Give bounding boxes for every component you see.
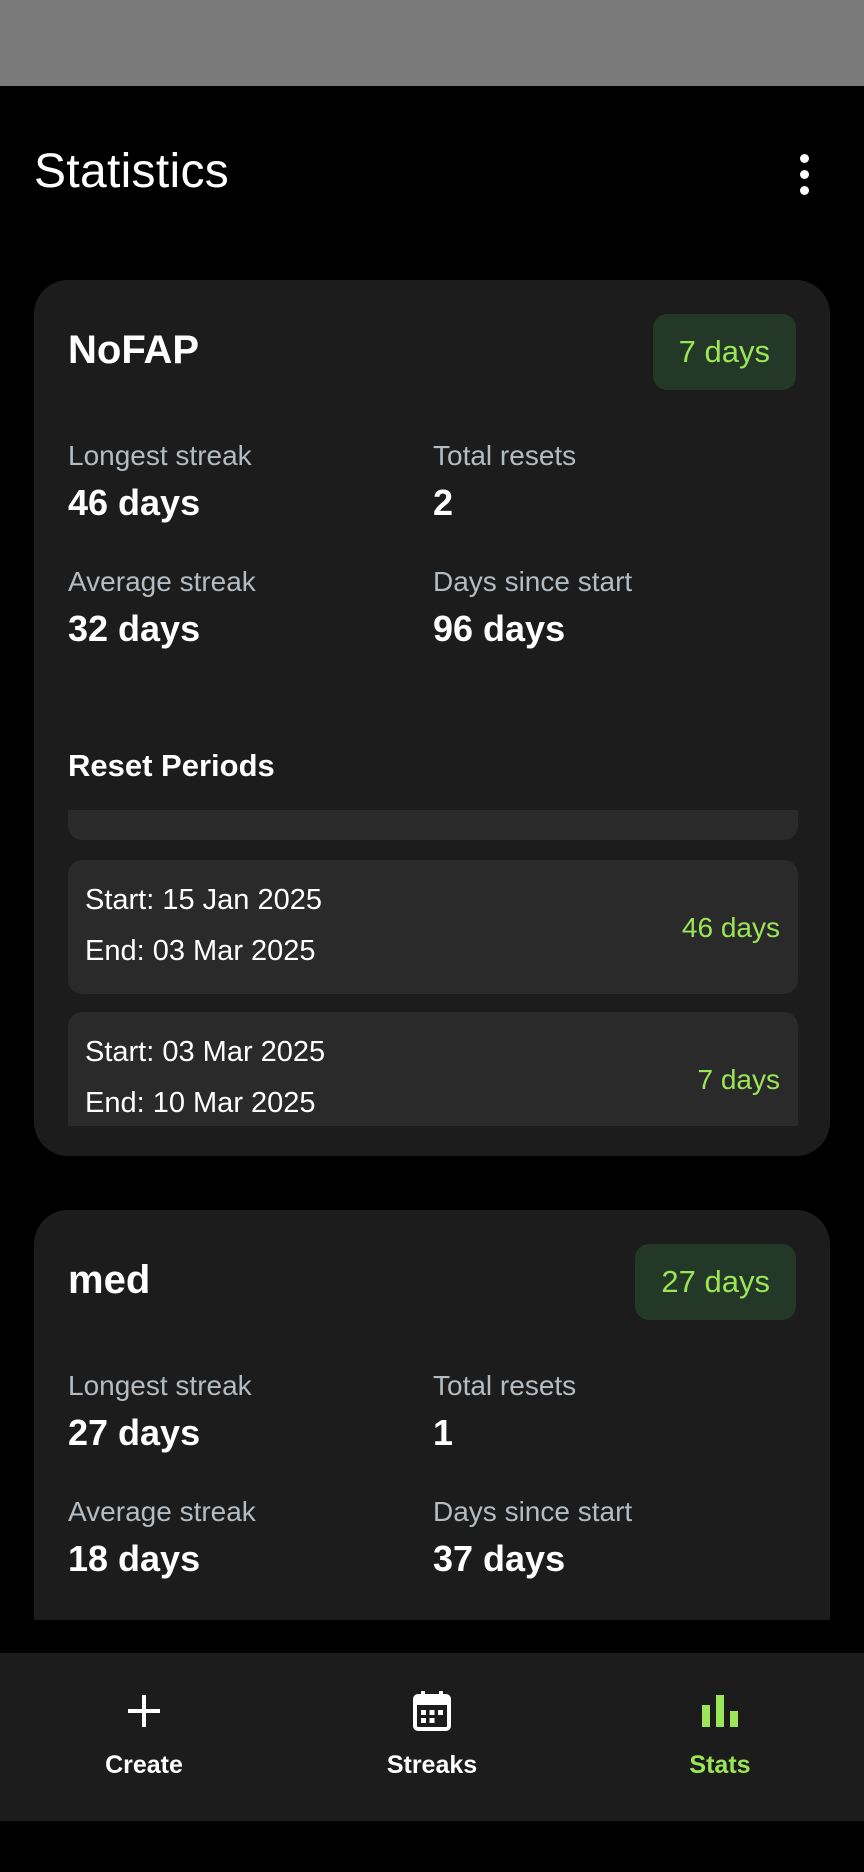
days-since-start-value: 37 days [433, 1538, 566, 1579]
nav-create[interactable]: Create [0, 1653, 288, 1821]
period-start: Start: 03 Mar 2025 [85, 1036, 326, 1068]
days-since-start-label: Days since start [433, 1496, 633, 1527]
current-streak-badge: 7 days [652, 314, 796, 390]
longest-streak-label: Longest streak [68, 440, 252, 471]
average-streak-value: 32 days [68, 608, 201, 649]
total-resets-value: 2 [433, 482, 454, 523]
period-end: End: 03 Mar 2025 [85, 935, 316, 967]
average-streak-label: Average streak [68, 1496, 256, 1527]
nav-stats[interactable]: Stats [576, 1653, 864, 1821]
system-nav-area [0, 1821, 864, 1872]
period-duration: 46 days [681, 912, 780, 943]
habit-name: med [68, 1258, 151, 1302]
reset-periods-title: Reset Periods [68, 748, 275, 783]
habit-card-med[interactable]: med 27 days Longest streak 27 days Total… [34, 1210, 830, 1620]
habit-name: NoFAP [68, 328, 200, 372]
status-bar [0, 0, 864, 86]
reset-period-item [68, 810, 798, 840]
days-since-start-value: 96 days [433, 608, 566, 649]
calendar-icon [413, 1691, 451, 1731]
longest-streak-value: 46 days [68, 482, 201, 523]
period-duration: 7 days [697, 1064, 781, 1095]
page-title: Statistics [34, 145, 230, 198]
longest-streak-value: 27 days [68, 1412, 201, 1453]
plus-icon [128, 1695, 160, 1727]
longest-streak-label: Longest streak [68, 1370, 252, 1401]
habit-card-nofap[interactable]: NoFAP 7 days Longest streak 46 days Tota… [34, 280, 830, 1156]
total-resets-value: 1 [433, 1412, 454, 1453]
current-streak-badge: 27 days [635, 1244, 796, 1320]
period-start: Start: 15 Jan 2025 [85, 884, 322, 916]
app-bar: Statistics [0, 86, 864, 254]
bottom-navigation: Create Streaks Stats [0, 1653, 864, 1821]
average-streak-value: 18 days [68, 1538, 201, 1579]
total-resets-label: Total resets [433, 440, 577, 471]
stats-list[interactable]: NoFAP 7 days Longest streak 46 days Tota… [0, 254, 864, 1620]
reset-period-item: Start: 15 Jan 2025 End: 03 Mar 2025 46 d… [68, 860, 798, 994]
more-options-icon[interactable] [784, 148, 824, 200]
days-since-start-label: Days since start [433, 566, 633, 597]
reset-periods-list[interactable]: Start: 15 Jan 2025 End: 03 Mar 2025 46 d… [68, 810, 798, 1126]
total-resets-label: Total resets [433, 1370, 577, 1401]
bar-chart-icon [702, 1695, 738, 1727]
average-streak-label: Average streak [68, 566, 256, 597]
nav-label: Streaks [386, 1751, 478, 1779]
nav-label: Stats [689, 1751, 751, 1779]
period-end: End: 10 Mar 2025 [85, 1087, 316, 1119]
nav-streaks[interactable]: Streaks [288, 1653, 576, 1821]
reset-period-item: Start: 03 Mar 2025 End: 10 Mar 2025 7 da… [68, 1012, 798, 1126]
nav-label: Create [105, 1751, 183, 1779]
